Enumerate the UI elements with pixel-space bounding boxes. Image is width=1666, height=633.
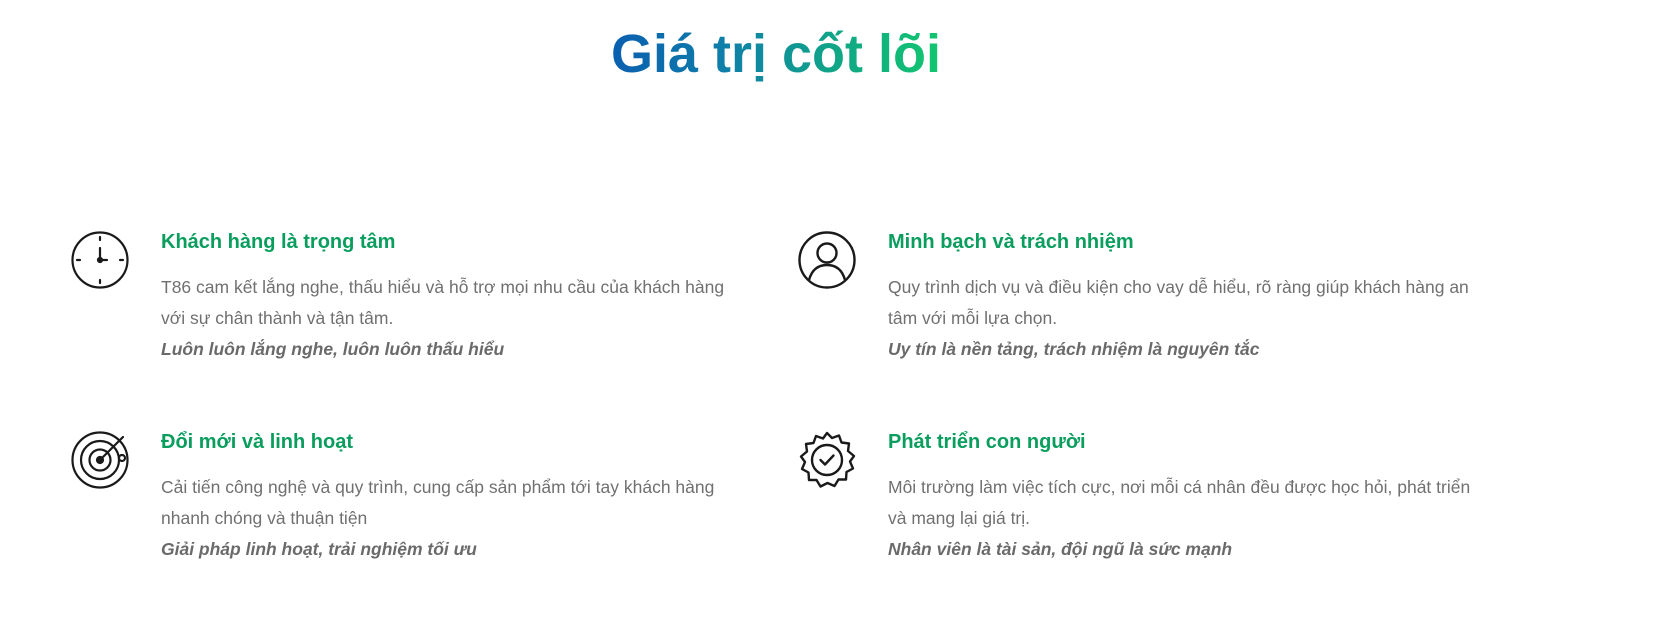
page-title-text: Giá trị cốt lõi	[610, 24, 942, 84]
page-title: Giá trị cốt lõi	[0, 24, 1552, 84]
value-body: Phát triển con người Môi trường làm việc…	[888, 430, 1478, 565]
value-description: Cải tiến công nghệ và quy trình, cung cấ…	[161, 477, 715, 528]
value-heading: Khách hàng là trọng tâm	[161, 231, 396, 253]
user-icon	[797, 230, 857, 290]
radar-icon	[70, 430, 130, 490]
value-motto: Nhân viên là tài sản, đội ngũ là sức mạn…	[888, 539, 1233, 559]
value-body: Minh bạch và trách nhiệm Quy trình dịch …	[888, 230, 1478, 365]
value-motto: Luôn luôn lắng nghe, luôn luôn thấu hiểu	[161, 339, 505, 359]
value-motto: Giải pháp linh hoạt, trải nghiệm tối ưu	[161, 539, 477, 559]
value-description: Môi trường làm việc tích cực, nơi mỗi cá…	[888, 477, 1471, 528]
value-description: T86 cam kết lắng nghe, thấu hiểu và hỗ t…	[161, 277, 725, 328]
clock-icon	[70, 230, 130, 290]
value-heading: Phát triển con người	[888, 431, 1086, 453]
value-body: Khách hàng là trọng tâm T86 cam kết lắng…	[161, 230, 751, 365]
value-heading: Đổi mới và linh hoạt	[161, 431, 354, 453]
value-motto: Uy tín là nền tảng, trách nhiệm là nguyê…	[888, 339, 1260, 359]
badge-check-icon	[797, 430, 857, 490]
value-body: Đổi mới và linh hoạt Cải tiến công nghệ …	[161, 430, 751, 565]
value-heading: Minh bạch và trách nhiệm	[888, 231, 1134, 253]
value-description: Quy trình dịch vụ và điều kiện cho vay d…	[888, 277, 1469, 328]
